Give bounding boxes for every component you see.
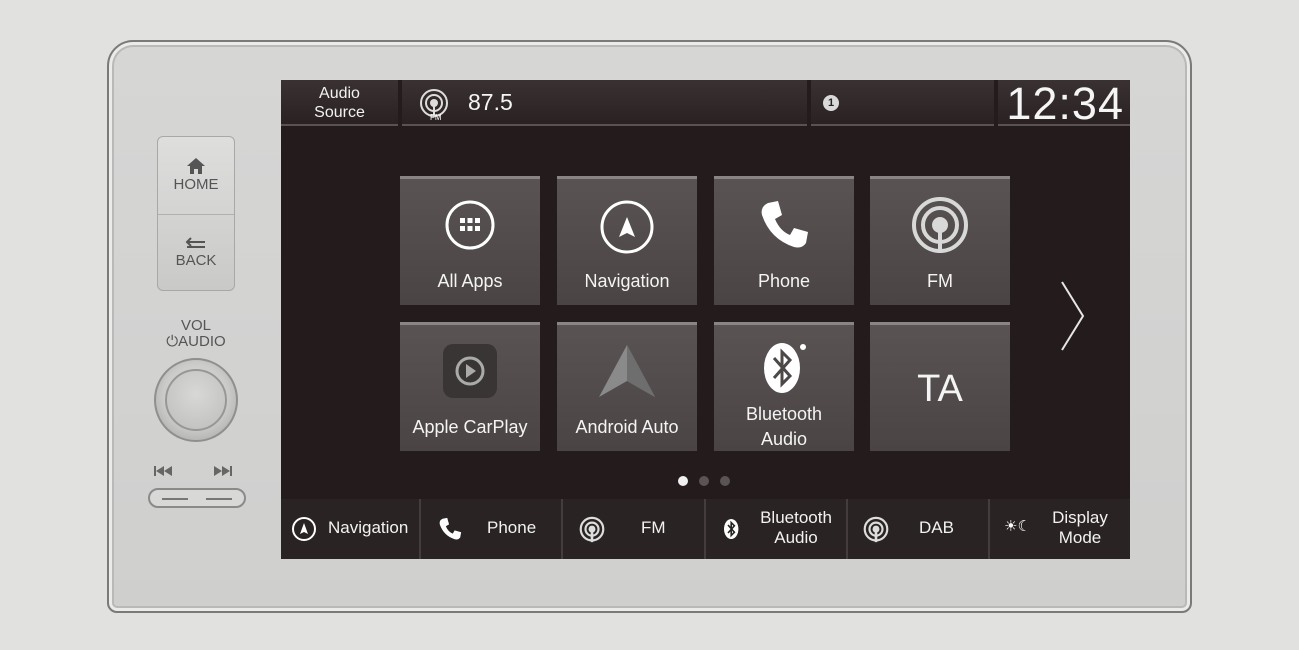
- notification-badge: 1: [823, 95, 839, 111]
- infotainment-screen: Audio Source FM 87.5 1 12:34 All Apps Na…: [281, 80, 1130, 559]
- audio-source-button[interactable]: Audio Source: [281, 80, 398, 126]
- volume-label: VOL ⏻AUDIO: [150, 318, 242, 350]
- phone-icon: [439, 517, 462, 540]
- notification-area[interactable]: 1: [811, 80, 994, 126]
- volume-knob[interactable]: [154, 358, 238, 442]
- app-label-line1: Bluetooth: [745, 404, 823, 424]
- home-icon: [187, 158, 205, 174]
- seek-icons: [154, 466, 232, 476]
- shortcut-bar: Navigation Phone FM Bluetooth Audio DAB …: [281, 499, 1130, 559]
- shortcut-navigation[interactable]: Navigation: [281, 499, 421, 559]
- app-tile-fm[interactable]: FM: [870, 176, 1010, 305]
- compass-icon: [600, 200, 654, 254]
- now-playing-station[interactable]: FM 87.5: [402, 80, 807, 126]
- back-arrow-icon: [185, 237, 205, 248]
- frequency-value: 87.5: [468, 89, 513, 115]
- shortcut-dab[interactable]: DAB: [848, 499, 990, 559]
- page-indicator: [678, 476, 738, 488]
- clock: 12:34: [1006, 80, 1124, 129]
- fm-badge: FM: [430, 113, 442, 121]
- shortcut-label-line1: Bluetooth: [760, 508, 832, 527]
- app-label: Bluetooth Audio: [714, 402, 854, 452]
- app-tile-apple-carplay[interactable]: Apple CarPlay: [400, 322, 540, 451]
- day-night-icon: ☀☾: [1004, 518, 1031, 535]
- app-label: FM: [927, 271, 953, 291]
- back-button[interactable]: BACK: [158, 214, 234, 291]
- app-tile-navigation[interactable]: Navigation: [557, 176, 697, 305]
- app-tile-phone[interactable]: Phone: [714, 176, 854, 305]
- shortcut-label-line2: Audio: [774, 528, 818, 547]
- status-bar: Audio Source FM 87.5 1 12:34: [281, 80, 1130, 129]
- shortcut-label-line1: Display: [1052, 508, 1108, 527]
- power-icon: ⏻: [166, 333, 179, 350]
- android-auto-icon: [599, 345, 655, 397]
- vol-text: VOL: [180, 317, 211, 334]
- fm-radio-icon: FM: [420, 89, 448, 121]
- app-label: TA: [917, 368, 963, 410]
- shortcut-fm[interactable]: FM: [563, 499, 706, 559]
- app-label: All Apps: [437, 271, 503, 291]
- shortcut-label: FM: [641, 518, 666, 537]
- bluetooth-icon: [724, 519, 739, 539]
- shortcut-label: Navigation: [328, 518, 409, 537]
- app-label: Phone: [757, 271, 811, 291]
- shortcut-label: DAB: [919, 518, 954, 537]
- bluetooth-icon: [764, 343, 806, 393]
- audio-source-label-2: Source: [314, 104, 365, 121]
- shortcut-label: Phone: [487, 518, 537, 537]
- audio-text: AUDIO: [178, 333, 226, 350]
- back-label: BACK: [175, 252, 217, 269]
- next-page-chevron-icon[interactable]: [1059, 280, 1087, 352]
- app-label: Navigation: [584, 271, 670, 291]
- phone-icon: [761, 201, 808, 248]
- shortcut-display-mode[interactable]: ☀☾ Display Mode: [990, 499, 1130, 559]
- page-dot-3: [720, 476, 730, 486]
- shortcut-bluetooth-audio[interactable]: Bluetooth Audio: [706, 499, 848, 559]
- app-label-line2: Audio: [760, 429, 808, 449]
- app-tile-ta[interactable]: TA: [870, 322, 1010, 451]
- shortcut-label-line2: Mode: [1058, 528, 1102, 547]
- app-tile-all-apps[interactable]: All Apps: [400, 176, 540, 305]
- shortcut-phone[interactable]: Phone: [421, 499, 563, 559]
- shortcut-label: Display Mode: [1048, 508, 1112, 548]
- home-label: HOME: [173, 176, 219, 193]
- radio-icon: [912, 197, 968, 253]
- grid-icon: [445, 200, 495, 250]
- page-dot-2: [699, 476, 709, 486]
- app-label: Apple CarPlay: [412, 417, 528, 437]
- audio-source-label-1: Audio: [319, 85, 360, 102]
- seek-rocker-button[interactable]: [148, 488, 246, 508]
- app-tile-android-auto[interactable]: Android Auto: [557, 322, 697, 451]
- radio-icon: [863, 516, 889, 543]
- app-tile-bluetooth-audio[interactable]: Bluetooth Audio: [714, 322, 854, 451]
- shortcut-label: Bluetooth Audio: [756, 508, 836, 548]
- home-button[interactable]: HOME: [158, 137, 234, 215]
- compass-icon: [292, 517, 316, 541]
- page-dot-1: [678, 476, 688, 486]
- radio-icon: [579, 516, 605, 543]
- clock-area: 12:34: [998, 80, 1130, 129]
- carplay-icon: [443, 344, 497, 398]
- hardware-button-panel: HOME BACK: [157, 136, 235, 291]
- app-label: Android Auto: [575, 417, 679, 437]
